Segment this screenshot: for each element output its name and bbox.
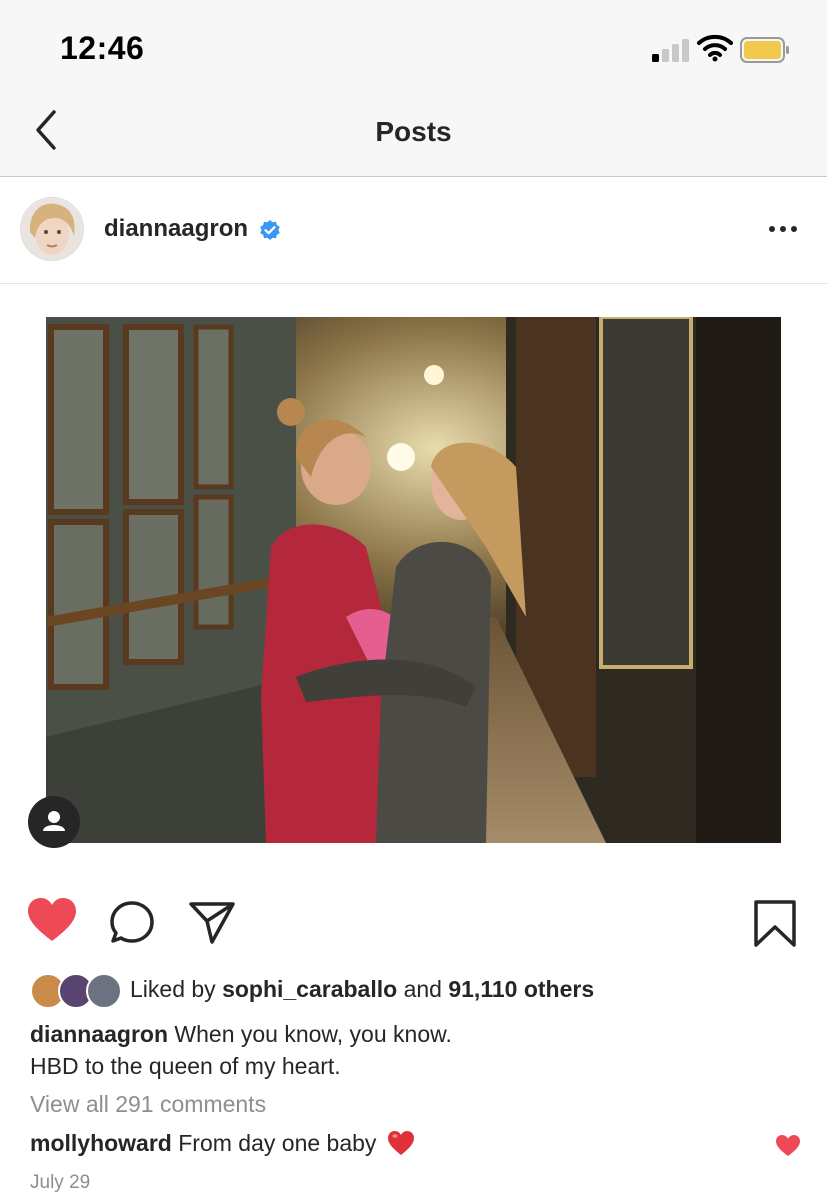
likes-text: Liked by sophi_caraballo and 91,110 othe… bbox=[130, 976, 594, 1003]
likes-summary[interactable]: Liked by sophi_caraballo and 91,110 othe… bbox=[30, 972, 810, 1009]
send-icon[interactable] bbox=[188, 901, 236, 945]
comment-username[interactable]: mollyhoward bbox=[30, 1130, 172, 1156]
avatar bbox=[86, 973, 122, 1009]
ellipsis-icon[interactable] bbox=[766, 219, 800, 239]
liker-username[interactable]: sophi_caraballo bbox=[222, 976, 397, 1002]
caption-line-1: When you know, you know. bbox=[174, 1021, 452, 1047]
post-username[interactable]: diannaagron bbox=[104, 215, 248, 243]
likes-joiner: and bbox=[403, 976, 442, 1002]
likes-others[interactable]: 91,110 others bbox=[448, 976, 594, 1002]
battery-icon bbox=[740, 37, 789, 63]
post-photo[interactable] bbox=[46, 317, 781, 843]
verified-badge-icon bbox=[260, 220, 280, 240]
cellular-signal-icon bbox=[652, 38, 692, 62]
heart-emoji-icon bbox=[387, 1131, 414, 1155]
comment-like-heart-icon[interactable] bbox=[775, 1134, 801, 1158]
avatar[interactable] bbox=[20, 197, 84, 261]
wifi-icon bbox=[697, 34, 733, 62]
liker-avatars bbox=[30, 972, 126, 1009]
bookmark-icon[interactable] bbox=[752, 899, 798, 949]
comment-text: From day one baby bbox=[178, 1130, 377, 1156]
caption-line-2: HBD to the queen of my heart. bbox=[30, 1053, 341, 1079]
page-title: Posts bbox=[375, 116, 452, 147]
user-tag-icon[interactable] bbox=[28, 796, 80, 848]
view-all-comments-link[interactable]: View all 291 comments bbox=[30, 1091, 266, 1118]
caption-username[interactable]: diannaagron bbox=[30, 1021, 168, 1047]
heart-filled-icon[interactable] bbox=[26, 895, 78, 947]
post-date: July 29 bbox=[30, 1172, 91, 1193]
likes-prefix: Liked by bbox=[130, 976, 216, 1002]
action-bar bbox=[0, 895, 827, 955]
post-caption: diannaagron When you know, you know. HBD… bbox=[30, 1018, 790, 1082]
status-bar: 12:46 bbox=[0, 0, 827, 90]
comment-icon[interactable] bbox=[108, 899, 156, 947]
comment-item: mollyhoward From day one baby bbox=[30, 1130, 415, 1157]
post-header: diannaagron bbox=[0, 177, 827, 284]
nav-bar: Posts bbox=[0, 90, 827, 177]
status-time: 12:46 bbox=[60, 30, 145, 66]
